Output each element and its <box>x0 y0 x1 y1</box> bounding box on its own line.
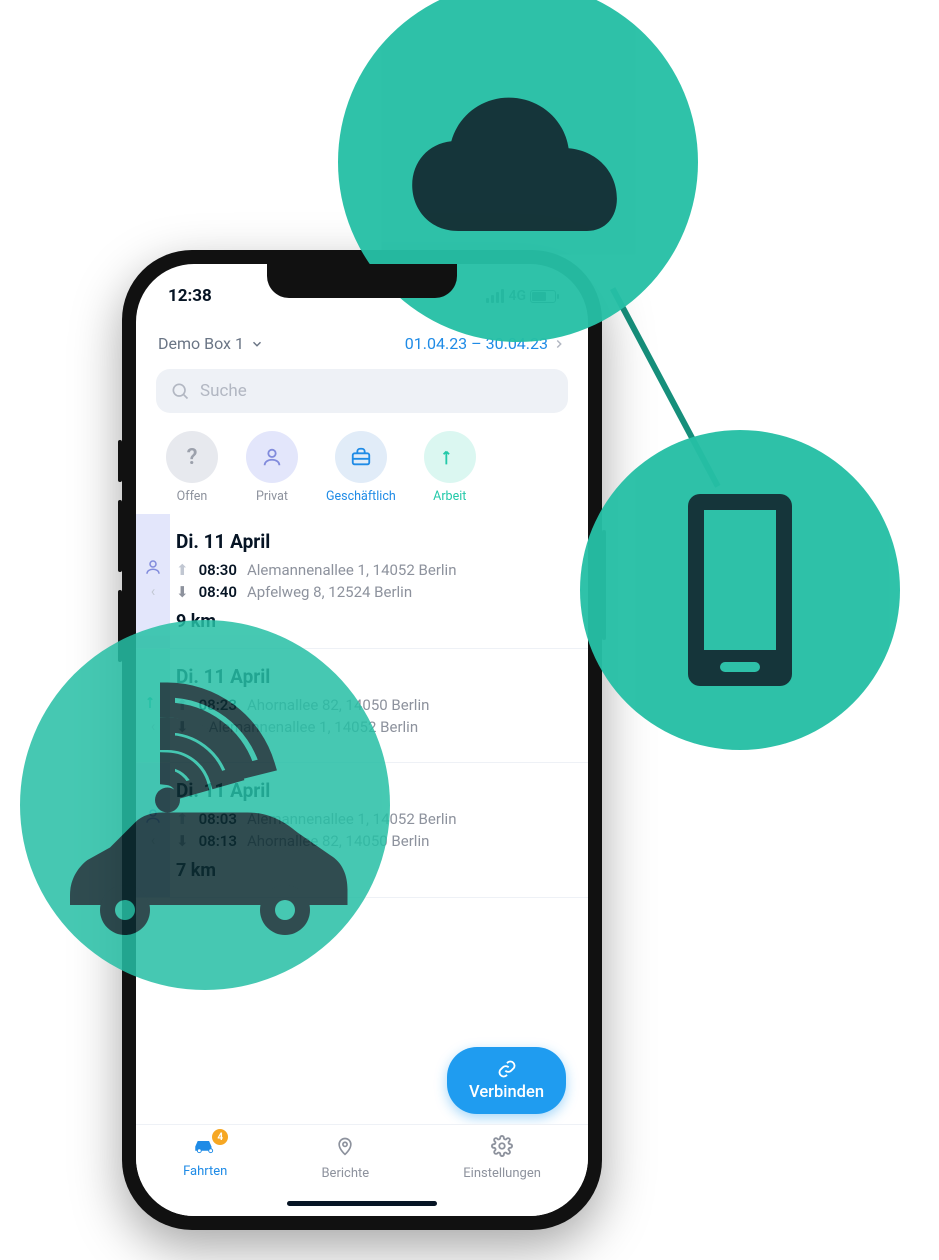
tab-trips-label: Fahrten <box>183 1164 227 1179</box>
trip-end-address: Apfelweg 8, 12524 Berlin <box>247 583 412 601</box>
briefcase-icon <box>335 431 387 483</box>
map-pin-icon <box>335 1135 355 1162</box>
chip-business-label: Geschäftlich <box>326 489 396 504</box>
swap-icon <box>424 431 476 483</box>
bubble-smartphone <box>580 430 900 750</box>
chip-offen-label: Offen <box>177 489 208 504</box>
chip-business[interactable]: Geschäftlich <box>326 431 396 504</box>
search-placeholder: Suche <box>200 381 247 401</box>
car-icon: 4 <box>192 1135 218 1160</box>
trip-date: Di. 11 April <box>176 530 568 553</box>
chip-privat-label: Privat <box>256 489 288 504</box>
box-selector[interactable]: Demo Box 1 <box>158 334 264 353</box>
search-icon <box>170 381 190 401</box>
pin-up-icon: ⬆︎ <box>176 561 189 579</box>
tab-settings-label: Einstellungen <box>463 1166 541 1181</box>
chip-work[interactable]: Arbeit <box>424 431 476 504</box>
chip-privat[interactable]: Privat <box>246 431 298 504</box>
tab-trips-badge: 4 <box>212 1129 228 1145</box>
question-icon: ? <box>166 431 218 483</box>
chip-offen[interactable]: ? Offen <box>166 431 218 504</box>
chevron-down-icon <box>250 337 264 351</box>
connected-car-icon <box>55 675 355 935</box>
tabbar: 4 Fahrten Berichte Einstellungen <box>136 1124 588 1216</box>
tab-reports[interactable]: Berichte <box>321 1135 369 1181</box>
person-icon <box>246 431 298 483</box>
smartphone-icon <box>675 490 805 690</box>
trip-end-time: 08:40 <box>199 583 237 601</box>
trip-start-address: Alemannenallee 1, 14052 Berlin <box>247 561 457 579</box>
tab-trips[interactable]: 4 Fahrten <box>183 1135 227 1179</box>
connect-button-label: Verbinden <box>469 1083 544 1102</box>
person-icon <box>144 558 162 580</box>
chip-work-label: Arbeit <box>433 489 466 504</box>
chevron-left-icon: ‹ <box>151 584 156 599</box>
gear-icon <box>491 1135 513 1162</box>
chevron-right-icon <box>552 337 566 351</box>
home-indicator <box>287 1201 437 1206</box>
category-chips: ? Offen Privat Geschäftlich Arbeit <box>136 427 588 514</box>
cloud-icon <box>403 87 633 237</box>
statusbar-time: 12:38 <box>168 286 212 306</box>
pin-down-icon: ⬇︎ <box>176 583 189 601</box>
connect-button[interactable]: Verbinden <box>447 1047 566 1114</box>
link-icon <box>497 1059 517 1079</box>
phone-notch <box>267 264 457 298</box>
trip-start-time: 08:30 <box>199 561 237 579</box>
box-selector-label: Demo Box 1 <box>158 334 244 353</box>
tab-settings[interactable]: Einstellungen <box>463 1135 541 1181</box>
bubble-connected-car <box>20 620 390 990</box>
search-input[interactable]: Suche <box>156 369 568 413</box>
tab-reports-label: Berichte <box>321 1166 369 1181</box>
